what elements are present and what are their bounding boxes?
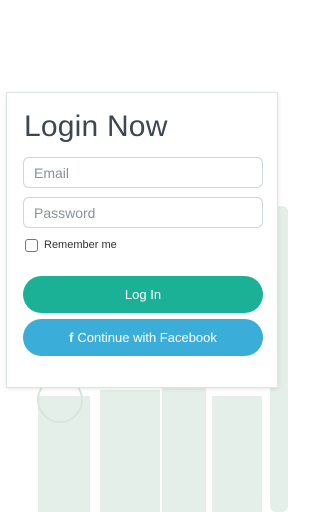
bg-building-far-right — [212, 396, 262, 512]
email-input[interactable] — [23, 157, 263, 188]
bg-building-left — [38, 396, 90, 512]
bg-archway — [126, 420, 154, 494]
password-input[interactable] — [23, 197, 263, 228]
page-title: Login Now — [24, 110, 168, 143]
login-button[interactable]: Log In — [23, 276, 263, 313]
bg-building-right — [162, 388, 206, 512]
facebook-button-label: Continue with Facebook — [77, 330, 217, 345]
login-button-label: Log In — [124, 287, 162, 302]
login-card: Login Now Remember me Log In f Continue … — [6, 92, 278, 388]
remember-me-checkbox[interactable] — [25, 238, 38, 252]
remember-me-row[interactable]: Remember me — [25, 237, 117, 253]
facebook-icon: f — [69, 330, 74, 345]
facebook-login-button[interactable]: f Continue with Facebook — [23, 319, 263, 356]
remember-me-label: Remember me — [44, 239, 117, 251]
